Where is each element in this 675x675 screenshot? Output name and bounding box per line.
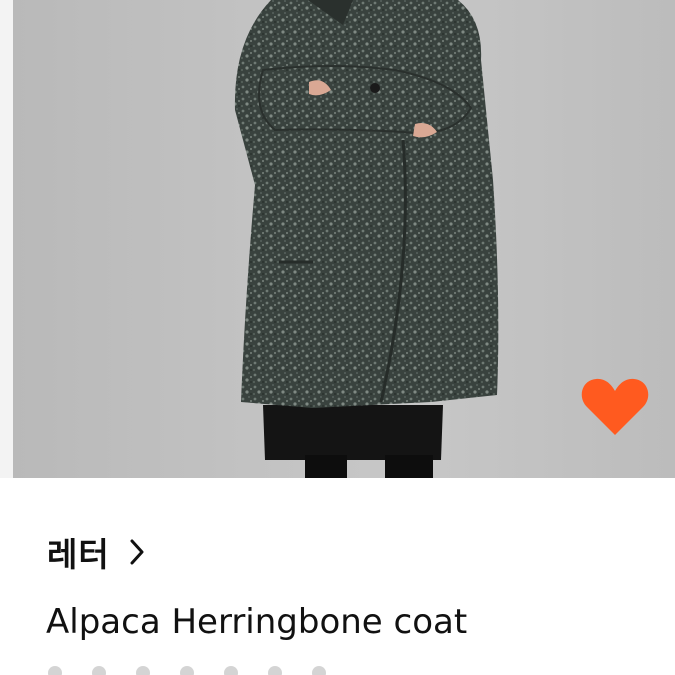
product-page: 레터 Alpaca Herringbone coat bbox=[0, 0, 675, 675]
brand-name: 레터 bbox=[47, 535, 110, 574]
skirt-shape bbox=[263, 405, 443, 460]
rating-dot bbox=[224, 666, 238, 675]
image-edge-strip bbox=[0, 0, 13, 478]
rating-dot bbox=[312, 666, 326, 675]
rating-dot bbox=[92, 666, 106, 675]
product-image[interactable] bbox=[13, 0, 675, 478]
product-info: 레터 Alpaca Herringbone coat bbox=[0, 478, 675, 675]
rating-dot bbox=[48, 666, 62, 675]
rating-dot bbox=[180, 666, 194, 675]
brand-link[interactable]: 레터 bbox=[47, 528, 144, 576]
like-button[interactable] bbox=[580, 375, 650, 437]
rating-dot bbox=[136, 666, 150, 675]
rating-dot bbox=[268, 666, 282, 675]
heart-icon bbox=[581, 378, 649, 435]
product-title: Alpaca Herringbone coat bbox=[46, 602, 468, 642]
coat-shape bbox=[234, 0, 499, 408]
partial-rating-row bbox=[48, 666, 326, 675]
chevron-right-icon bbox=[130, 539, 144, 565]
